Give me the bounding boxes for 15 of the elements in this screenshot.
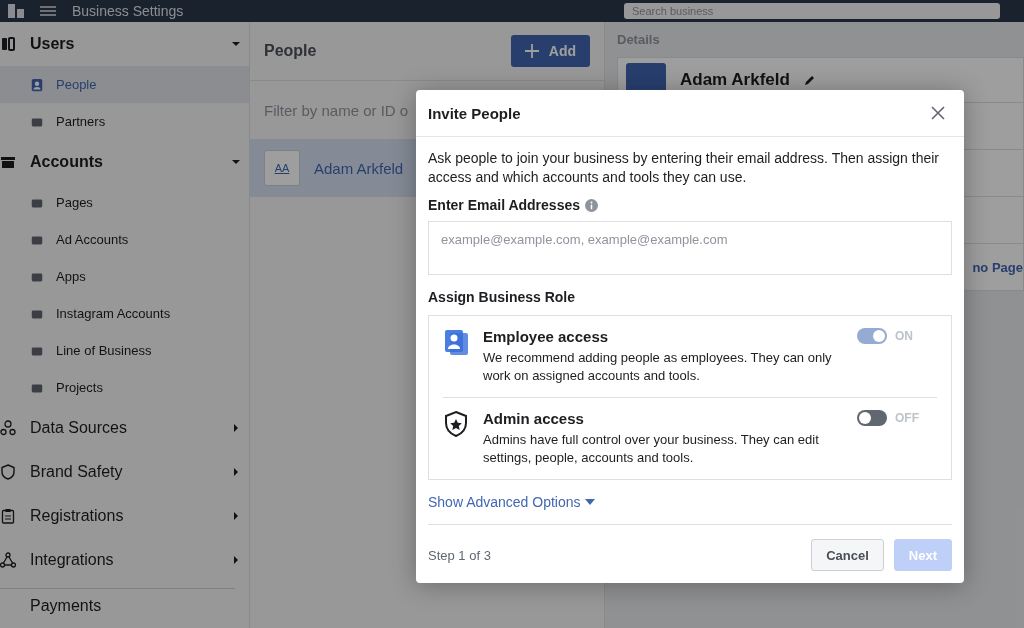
initials-avatar: AA: [264, 150, 300, 186]
role-title: Admin access: [483, 410, 585, 427]
description: Ask people to join your business by entering their email address. Then assign their access and which accounts and tools they can use.: [428, 149, 941, 187]
role-description: Admins have full control over your business. They can edit settings, people, accounts and tools.: [483, 431, 820, 467]
role-title: Employee access: [483, 328, 610, 345]
field-label: Enter Email Addresses: [428, 197, 580, 213]
toggle-state: ON: [895, 329, 913, 343]
person-name: Adam Arkfeld: [680, 70, 790, 90]
panel-title: People: [264, 42, 318, 60]
dialog-title: Invite People: [428, 104, 522, 122]
step-indicator: Step 1 of 3: [428, 547, 492, 563]
field-label: Assign Business Role: [428, 289, 576, 305]
toggle-state: OFF: [895, 411, 919, 425]
role-description: We recommend adding people as employees. They can only work on assigned accounts and tools.: [483, 349, 833, 385]
page-title: Business Settings: [72, 3, 184, 19]
